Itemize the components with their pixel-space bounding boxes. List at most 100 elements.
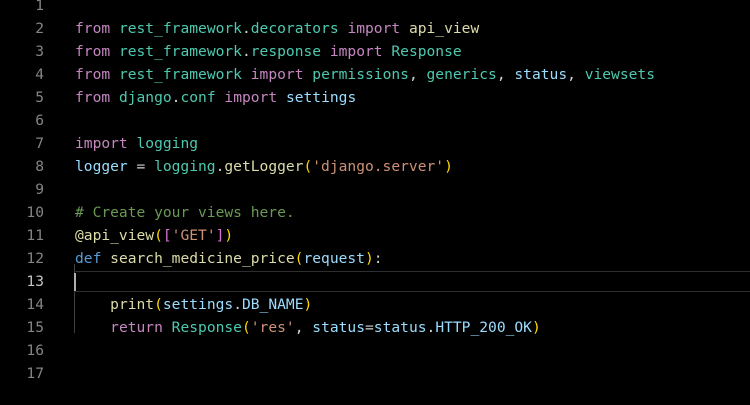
line-number: 11	[26, 227, 44, 244]
code-token: .	[241, 20, 251, 37]
code-token: import	[224, 89, 278, 106]
code-token: rest_framework	[118, 20, 242, 37]
code-line[interactable]: 7 import logging	[0, 132, 750, 155]
code-text: def search_medicine_price(request):	[75, 247, 383, 270]
code-token: request	[303, 250, 365, 267]
code-line[interactable]: 12 def search_medicine_price(request):	[0, 247, 750, 270]
line-number: 16	[26, 342, 44, 359]
code-line[interactable]: 17	[0, 362, 750, 385]
line-number: 17	[26, 365, 44, 382]
code-token: logging	[154, 158, 216, 175]
code-line[interactable]: 10 # Create your views here.	[0, 201, 750, 224]
code-token: )	[224, 227, 234, 244]
line-number: 15	[26, 319, 44, 336]
code-token: DB_NAME	[241, 296, 304, 313]
current-line-highlight	[74, 271, 750, 292]
line-number: 4	[35, 66, 44, 83]
code-line[interactable]: 15 return Response('res', status=status.…	[0, 316, 750, 339]
code-line[interactable]: 13	[0, 270, 750, 293]
line-number: 12	[26, 250, 44, 267]
code-line[interactable]: 14 print(settings.DB_NAME)	[0, 293, 750, 316]
line-number: 5	[35, 89, 44, 106]
code-token: from	[75, 43, 111, 60]
code-token: status	[514, 66, 568, 83]
code-line[interactable]: 16	[0, 339, 750, 362]
code-token: )	[531, 319, 541, 336]
code-token: [	[162, 227, 172, 244]
code-token: .	[426, 319, 436, 336]
code-token: )	[303, 296, 313, 313]
code-token: return	[110, 319, 163, 336]
line-number: 9	[35, 181, 44, 198]
code-token: =	[365, 319, 374, 336]
code-line[interactable]: 8 logger = logging.getLogger('django.serv…	[0, 155, 750, 178]
code-token: import	[250, 66, 304, 83]
line-number: 7	[35, 135, 44, 152]
code-token: conf	[180, 89, 216, 106]
code-line[interactable]: 6	[0, 109, 750, 132]
line-number: 14	[26, 296, 44, 313]
code-token: ,	[567, 66, 585, 83]
line-number: 2	[35, 20, 44, 37]
code-token: # Create your views here.	[75, 204, 295, 221]
code-token: def	[75, 250, 102, 267]
text-cursor	[74, 273, 76, 291]
code-token: Response	[391, 43, 462, 60]
code-token: @api_view	[75, 227, 155, 244]
code-token: ,	[496, 66, 515, 83]
code-token: from	[75, 89, 111, 106]
code-token: import	[329, 43, 383, 60]
code-token: getLogger	[224, 158, 304, 175]
code-token: response	[250, 43, 322, 60]
line-number: 3	[35, 43, 44, 60]
code-token: (	[154, 227, 163, 244]
code-token: .	[241, 43, 251, 60]
code-token: viewsets	[584, 66, 655, 83]
code-line[interactable]: 5 from django.conf import settings	[0, 86, 750, 109]
code-line[interactable]: 9	[0, 178, 750, 201]
code-token: api_view	[408, 20, 480, 37]
code-text: print(settings.DB_NAME)	[75, 293, 312, 316]
code-text: logger = logging.getLogger('django.serve…	[75, 155, 453, 178]
code-line[interactable]: 2 from rest_framework.decorators import a…	[0, 17, 750, 40]
code-token: )	[444, 158, 453, 175]
code-token: 'res'	[250, 319, 295, 336]
line-number: 1	[35, 0, 44, 14]
code-token: logger	[75, 158, 128, 175]
code-token: import	[347, 20, 401, 37]
code-editor[interactable]: 1 2 from rest_framework.decorators import …	[0, 0, 750, 405]
code-token: =	[127, 158, 155, 175]
code-token: 'GET'	[171, 227, 216, 244]
code-token: Response	[171, 319, 242, 336]
code-line[interactable]: 3 from rest_framework.response import Res…	[0, 40, 750, 63]
line-number: 6	[35, 112, 44, 129]
code-token: logging	[136, 135, 199, 152]
code-token: generics	[426, 66, 497, 83]
code-line[interactable]: 11 @api_view(['GET'])	[0, 224, 750, 247]
code-line[interactable]: 1	[0, 0, 750, 17]
code-token: search_medicine_price	[110, 250, 295, 267]
code-token: permissions	[312, 66, 409, 83]
code-token: ,	[408, 66, 427, 83]
code-token: rest_framework	[118, 66, 242, 83]
code-token: status	[312, 319, 365, 336]
code-line[interactable]: 4 from rest_framework import permissions,…	[0, 63, 750, 86]
code-text: import logging	[75, 132, 198, 155]
code-token: )	[364, 250, 374, 267]
code-token: settings	[162, 296, 234, 313]
code-token: HTTP_200_OK	[435, 319, 532, 336]
code-token: print	[110, 296, 155, 313]
code-token: import	[75, 135, 128, 152]
